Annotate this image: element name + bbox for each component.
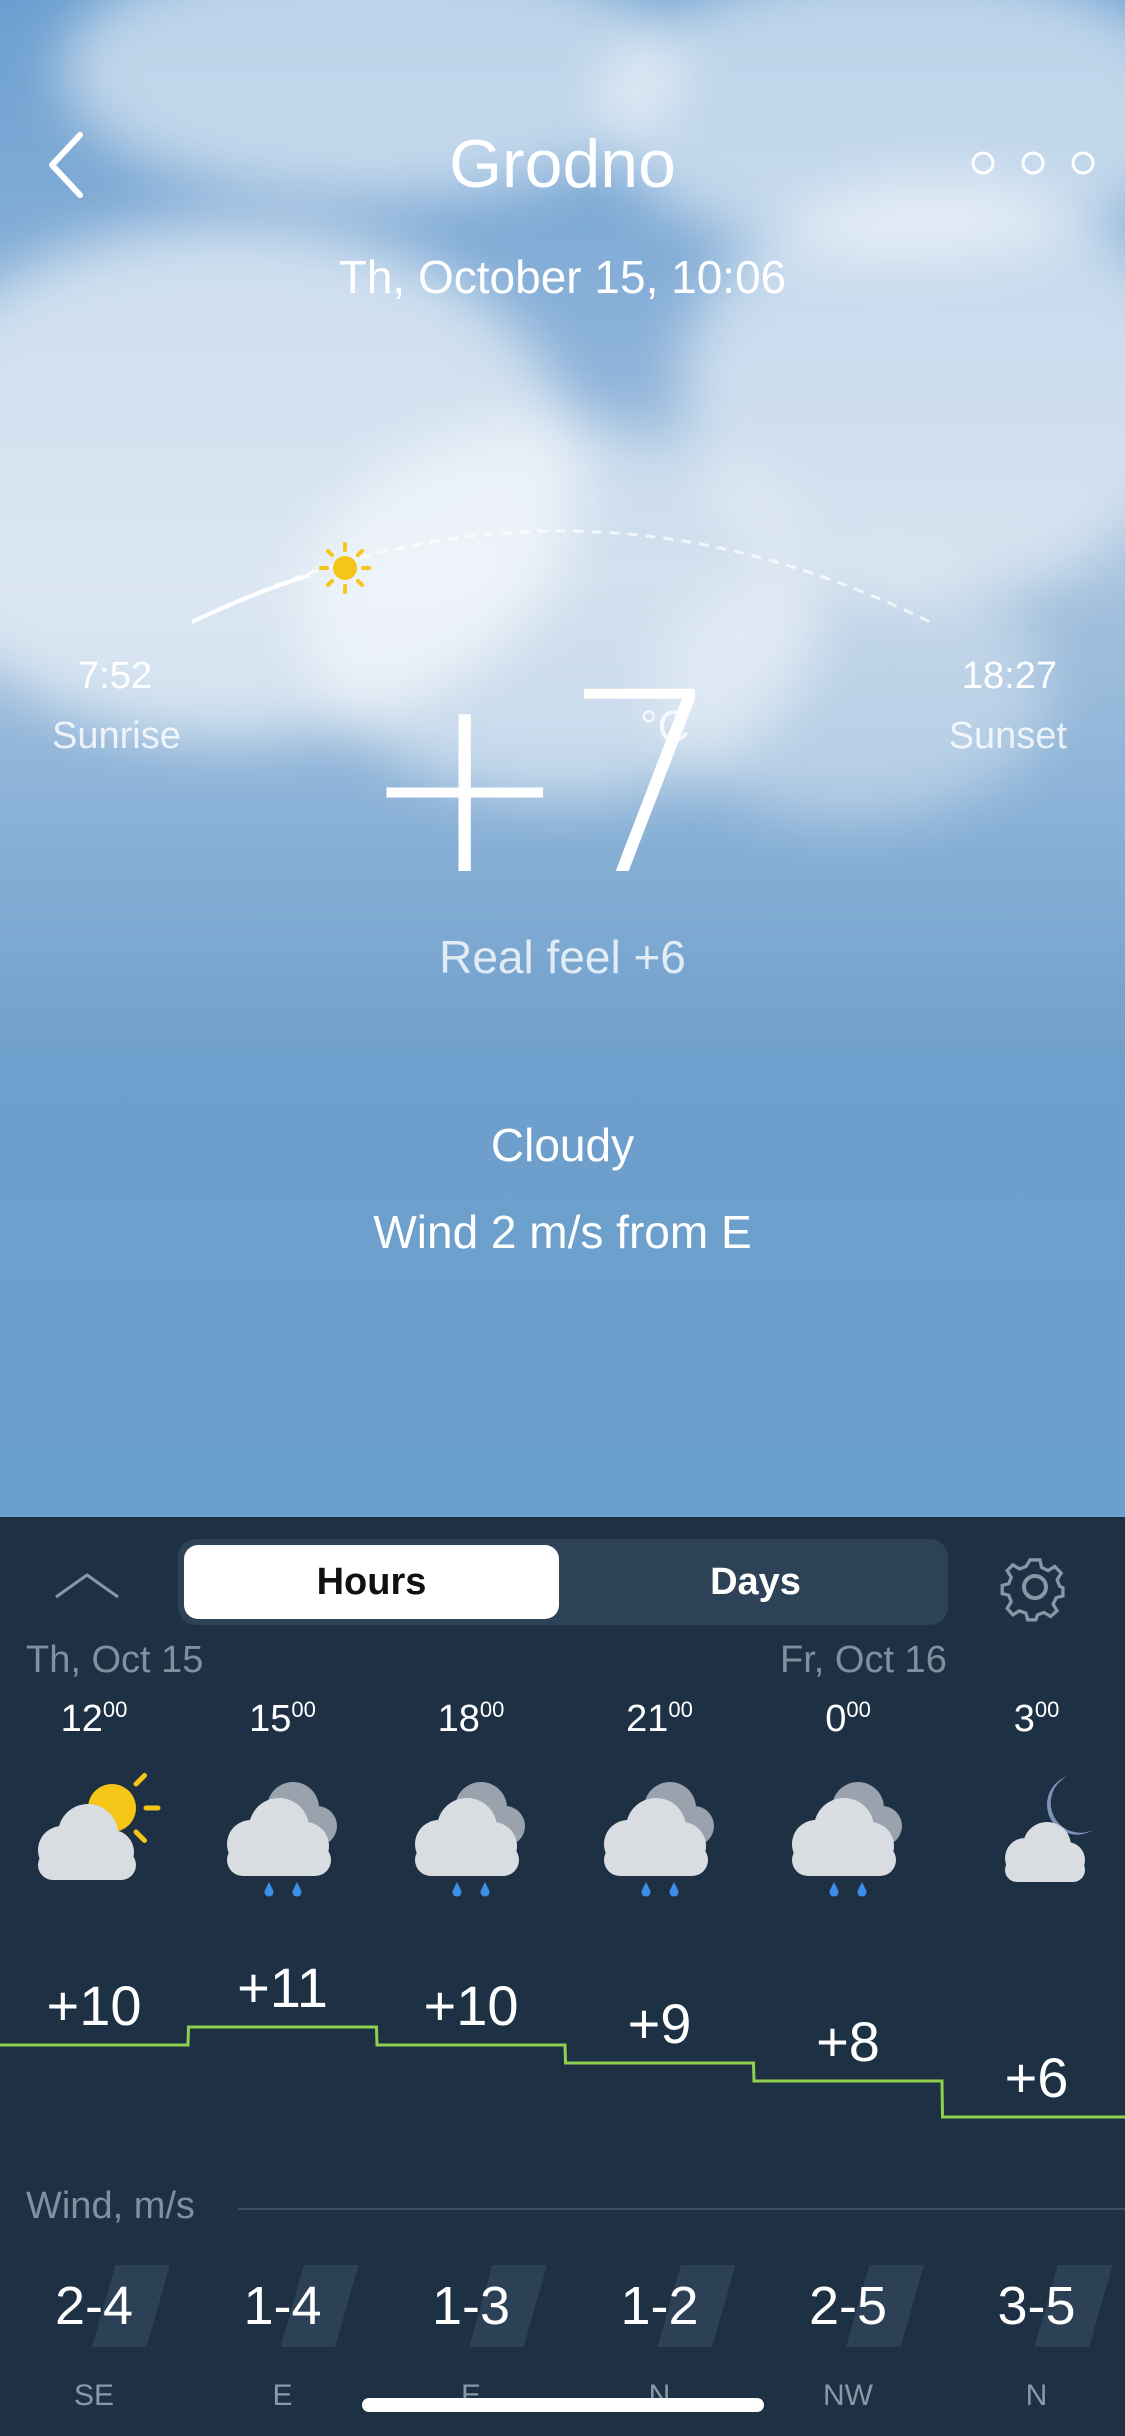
- wind-speed: 2-5: [754, 2265, 942, 2347]
- settings-button[interactable]: [995, 1547, 1075, 1627]
- forecast-hour: 1200: [0, 1697, 188, 1741]
- wind-speed-value: 3-5: [997, 2276, 1076, 2336]
- tab-hours[interactable]: Hours: [184, 1545, 559, 1619]
- wind-direction: NW: [823, 2379, 873, 2412]
- wind-speed: 1-2: [566, 2265, 754, 2347]
- divider: [238, 2208, 1125, 2210]
- cloud-rain-icon: [754, 1752, 942, 1902]
- gear-icon: [1000, 1558, 1065, 1622]
- wind-direction: SE: [73, 2379, 115, 2412]
- forecast-hour: 2100: [566, 1697, 754, 1741]
- temperature-value: +8: [816, 2010, 880, 2073]
- more-icon: [971, 151, 1095, 175]
- cloud-rain-icon: [377, 1752, 565, 1902]
- temperature-value: +10: [46, 1974, 142, 2037]
- partly-sunny-icon: [0, 1752, 188, 1902]
- wind-speed-value: 1-2: [620, 2276, 699, 2336]
- home-indicator[interactable]: [362, 2398, 764, 2412]
- temperature-value: +10: [423, 1974, 519, 2037]
- current-datetime: Th, October 15, 10:06: [338, 251, 787, 303]
- forecast-hour: 000: [754, 1697, 942, 1741]
- sunrise-time: 7:52: [78, 655, 152, 697]
- view-toggle: Hours Days: [178, 1539, 948, 1625]
- sunset-time: 18:27: [961, 655, 1057, 697]
- wind-direction: N: [1025, 2379, 1048, 2412]
- wind-speed: 1-3: [377, 2265, 565, 2347]
- real-feel: Real feel +6: [439, 931, 686, 983]
- day-label: Fr, Oct 16: [780, 1639, 947, 1681]
- temperature-value: +9: [627, 1992, 692, 2055]
- hour-value: 0: [825, 1698, 847, 1740]
- hour-minutes: 00: [291, 1697, 316, 1722]
- wind-speed: 2-4: [0, 2265, 188, 2347]
- hour-value: 15: [249, 1698, 292, 1740]
- hour-value: 18: [437, 1698, 480, 1740]
- current-wind: Wind 2 m/s from E: [373, 1206, 752, 1258]
- temperature-value: +11: [237, 1956, 328, 2019]
- sun-icon: [319, 542, 371, 594]
- wind-direction: E: [272, 2379, 293, 2412]
- forecast-hour: 1800: [377, 1697, 565, 1741]
- forecast-hour: 300: [943, 1697, 1125, 1741]
- forecast-hour: 1500: [189, 1697, 377, 1741]
- sky-background: Grodno Th, October 15, 10:06 7:52 Sunris…: [0, 0, 1125, 1517]
- hour-minutes: 00: [668, 1697, 693, 1722]
- sunrise-label: Sunrise: [52, 715, 181, 757]
- current-temperature: +7: [360, 639, 723, 930]
- hour-value: 21: [626, 1698, 669, 1740]
- wind-speed-value: 1-3: [431, 2276, 511, 2336]
- more-options-button[interactable]: [963, 148, 1103, 178]
- weather-condition: Cloudy: [490, 1119, 635, 1171]
- forecast-panel: Hours Days Th, Oct 15 Fr, Oct 16 1200 150…: [0, 1517, 1125, 2436]
- chevron-up-icon: [55, 1573, 119, 1599]
- wind-speed: 1-4: [189, 2265, 377, 2347]
- hour-minutes: 00: [846, 1697, 871, 1722]
- day-label: Th, Oct 15: [26, 1639, 204, 1681]
- sunset-label: Sunset: [948, 715, 1067, 757]
- hour-minutes: 00: [102, 1697, 128, 1722]
- wind-speed-value: 1-4: [243, 2276, 322, 2336]
- hour-value: 3: [1013, 1698, 1035, 1740]
- cloud-rain-icon: [189, 1752, 377, 1902]
- moon-cloud-icon: [943, 1752, 1125, 1902]
- temperature-unit: °C: [640, 702, 690, 751]
- temperature-value: +6: [1004, 2046, 1069, 2109]
- collapse-button[interactable]: [52, 1567, 122, 1607]
- hour-value: 12: [60, 1698, 103, 1740]
- sun-arc: [191, 529, 931, 624]
- wind-header: Wind, m/s: [26, 2185, 195, 2227]
- wind-speed-value: 2-5: [808, 2276, 888, 2336]
- hour-minutes: 00: [1034, 1697, 1060, 1722]
- city-name: Grodno: [449, 126, 676, 202]
- hour-minutes: 00: [479, 1697, 505, 1722]
- wind-speed: 3-5: [943, 2265, 1125, 2347]
- tab-days[interactable]: Days: [568, 1545, 943, 1619]
- wind-speed-value: 2-4: [54, 2276, 134, 2336]
- cloud-rain-icon: [566, 1752, 754, 1902]
